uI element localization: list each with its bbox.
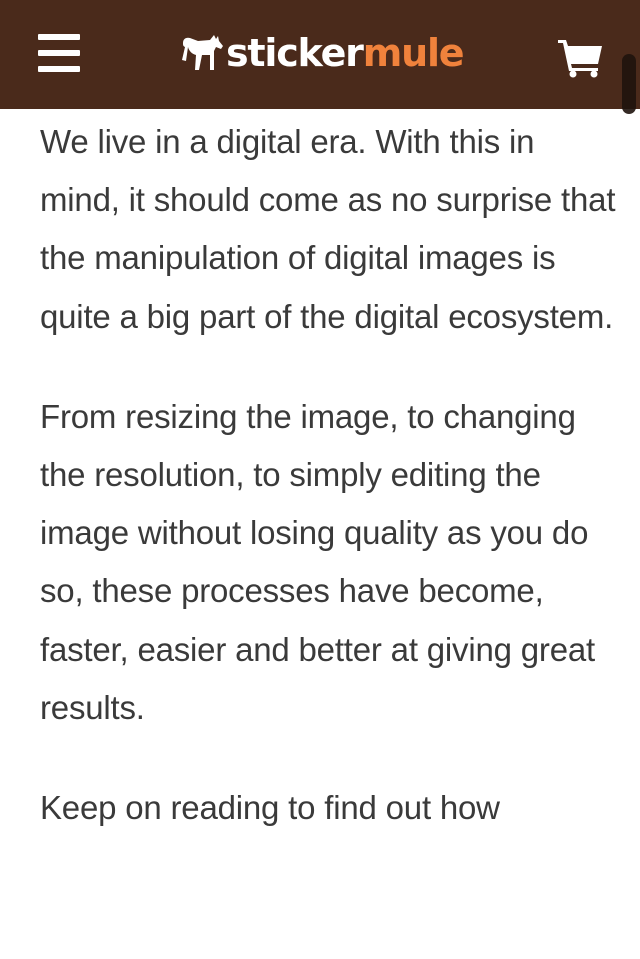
logo-text-sticker: sticker bbox=[226, 31, 364, 75]
stickermule-logo[interactable]: stickermule bbox=[180, 28, 465, 78]
article-paragraph: Keep on reading to find out how bbox=[40, 789, 500, 827]
article-body: We live in a digital era. With this in m… bbox=[40, 113, 620, 879]
logo-text-mule: mule bbox=[362, 31, 465, 75]
shopping-cart-icon[interactable] bbox=[556, 36, 604, 78]
site-header: stickermule bbox=[0, 0, 640, 114]
article-paragraph: We live in a digital era. With this in m… bbox=[40, 123, 616, 335]
mule-logo-icon bbox=[182, 35, 223, 70]
hamburger-menu-icon[interactable] bbox=[38, 34, 80, 72]
article-paragraph: From resizing the image, to changing the… bbox=[40, 397, 595, 726]
scrollbar-thumb[interactable] bbox=[622, 54, 636, 114]
